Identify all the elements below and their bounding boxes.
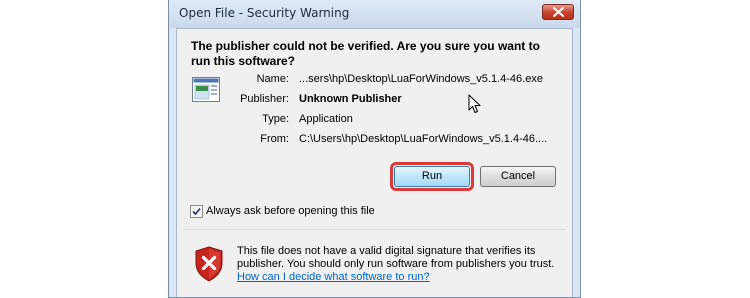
- always-ask-checkbox[interactable]: [190, 205, 203, 218]
- checkmark-icon: [192, 207, 201, 216]
- detail-row-publisher: Publisher: Unknown Publisher: [177, 93, 577, 107]
- detail-label: Type:: [262, 113, 289, 125]
- detail-row-from: From: C:\Users\hp\Desktop\LuaForWindows_…: [177, 133, 577, 147]
- always-ask-label[interactable]: Always ask before opening this file: [206, 205, 375, 217]
- detail-row-name: Name: ...sers\hp\Desktop\LuaForWindows_v…: [177, 73, 577, 87]
- cancel-button[interactable]: Cancel: [480, 166, 556, 187]
- warning-message: This file does not have a valid digital …: [237, 245, 555, 270]
- warning-shield-icon: [195, 246, 223, 282]
- window-title: Open File - Security Warning: [179, 6, 350, 20]
- detail-value: Application: [299, 113, 353, 125]
- dialog-body: The publisher could not be verified. Are…: [176, 28, 573, 297]
- detail-label: From:: [260, 133, 289, 145]
- title-bar[interactable]: Open File - Security Warning: [169, 0, 580, 28]
- warning-heading: The publisher could not be verified. Are…: [191, 39, 540, 68]
- detail-value: Unknown Publisher: [299, 93, 402, 105]
- detail-label: Name:: [256, 73, 289, 85]
- help-link[interactable]: How can I decide what software to run?: [237, 271, 430, 283]
- run-button[interactable]: Run: [394, 166, 470, 187]
- security-warning-dialog: Open File - Security Warning The publish…: [168, 0, 581, 298]
- close-icon: [553, 7, 564, 17]
- detail-value: ...sers\hp\Desktop\LuaForWindows_v5.1.4-…: [299, 73, 543, 85]
- close-button[interactable]: [542, 4, 574, 20]
- detail-label: Publisher:: [240, 93, 289, 105]
- mouse-cursor-icon: [468, 94, 481, 113]
- detail-row-type: Type: Application: [177, 113, 577, 127]
- section-divider: [183, 229, 566, 230]
- run-button-highlight: Run: [390, 162, 474, 191]
- detail-value: C:\Users\hp\Desktop\LuaForWindows_v5.1.4…: [299, 133, 548, 145]
